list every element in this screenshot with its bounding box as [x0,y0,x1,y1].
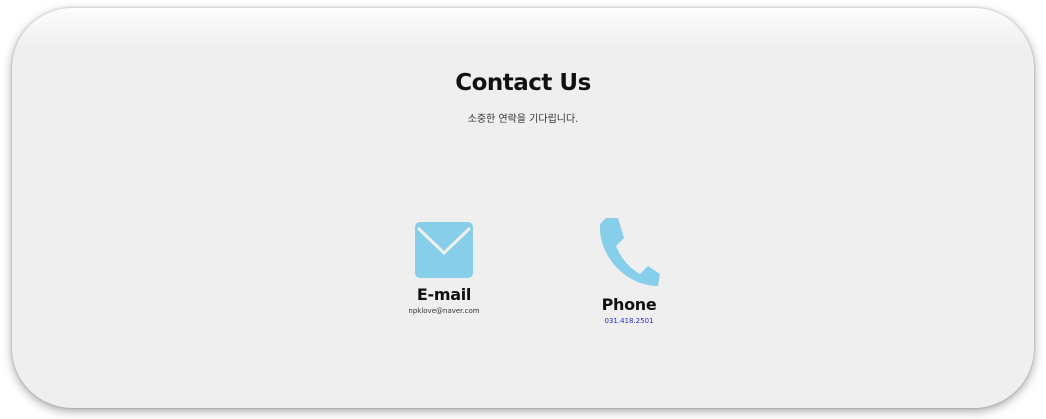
phone-label: Phone [601,295,657,314]
phone-contact-card: Phone 031.418.2501 [569,216,689,325]
contact-section: Contact Us 소중한 연락을 기다립니다. E-mail npklove… [12,8,1034,408]
phone-icon [599,218,660,286]
email-label: E-mail [416,285,472,304]
section-title: Contact Us [455,70,591,96]
email-address-link[interactable]: npklove@naver.com [384,307,504,315]
section-subtitle: 소중한 연락을 기다립니다. [467,114,579,125]
envelope-icon [415,222,473,278]
email-contact-card: E-mail npklove@naver.com [384,222,504,315]
phone-number-link[interactable]: 031.418.2501 [569,317,689,325]
